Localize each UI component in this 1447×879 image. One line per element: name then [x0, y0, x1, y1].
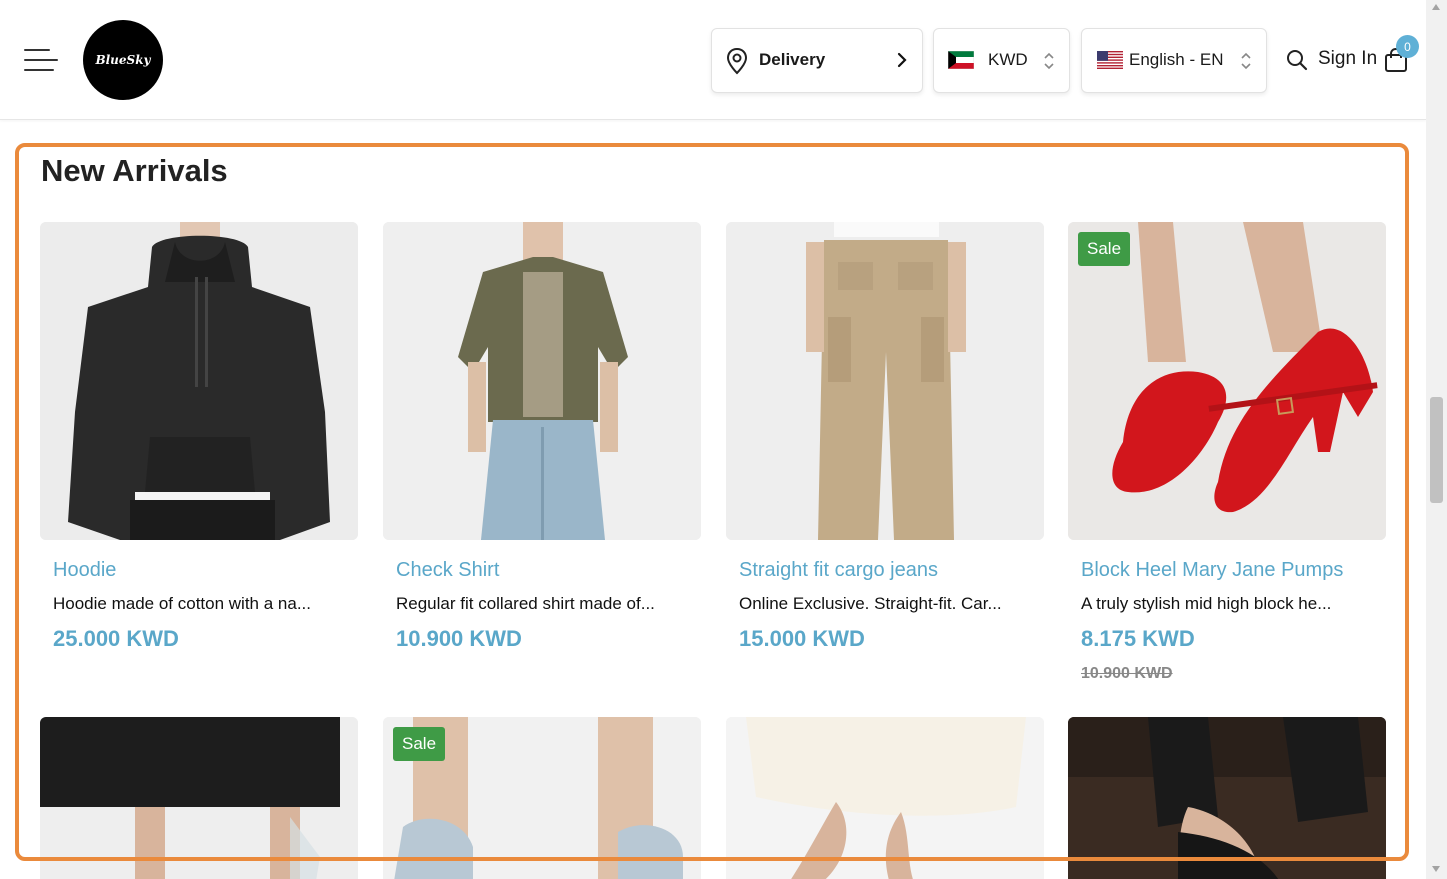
- sale-badge: Sale: [393, 727, 446, 761]
- product-image-check-shirt[interactable]: [383, 222, 701, 540]
- product-name[interactable]: Straight fit cargo jeans: [739, 559, 938, 582]
- product-image-mary-jane-pumps[interactable]: Sale: [1068, 222, 1386, 540]
- product-image-cargo-jeans[interactable]: [726, 222, 1044, 540]
- menu-icon[interactable]: [24, 46, 60, 74]
- language-selector[interactable]: English - EN: [1081, 28, 1267, 93]
- product-description: Online Exclusive. Straight-fit. Car...: [739, 594, 1002, 613]
- product-image[interactable]: Sale: [383, 717, 701, 879]
- sale-badge: Sale: [1078, 232, 1131, 266]
- delivery-selector[interactable]: Delivery: [711, 28, 923, 93]
- scroll-down-arrow[interactable]: [1432, 866, 1440, 872]
- product-old-price: 10.900 KWD: [1081, 665, 1173, 682]
- scroll-up-arrow[interactable]: [1432, 4, 1440, 10]
- section-title: New Arrivals: [41, 153, 228, 188]
- site-header: BlueSky Delivery KWD English - EN Sign I…: [0, 0, 1426, 120]
- up-down-icon: [1240, 51, 1252, 71]
- location-pin-icon: [726, 47, 748, 80]
- product-price: 25.000 KWD: [53, 626, 179, 651]
- delivery-label: Delivery: [759, 50, 826, 69]
- product-name[interactable]: Hoodie: [53, 559, 116, 582]
- product-price: 15.000 KWD: [739, 626, 865, 651]
- product-name[interactable]: Block Heel Mary Jane Pumps: [1081, 559, 1343, 582]
- currency-selector[interactable]: KWD: [933, 28, 1070, 93]
- brand-logo[interactable]: BlueSky: [83, 20, 163, 100]
- search-icon[interactable]: [1286, 49, 1308, 71]
- product-description: Regular fit collared shirt made of...: [396, 594, 655, 613]
- product-price: 10.900 KWD: [396, 626, 522, 651]
- cart-count-badge: 0: [1396, 35, 1419, 58]
- us-flag-icon: [1097, 51, 1123, 69]
- sign-in-link[interactable]: Sign In: [1318, 48, 1377, 70]
- currency-label: KWD: [988, 50, 1028, 69]
- product-image-hoodie[interactable]: [40, 222, 358, 540]
- page-scrollbar[interactable]: [1426, 0, 1447, 879]
- chevron-right-icon: [896, 52, 908, 73]
- product-name[interactable]: Check Shirt: [396, 559, 499, 582]
- product-image[interactable]: [40, 717, 358, 879]
- scrollbar-thumb[interactable]: [1430, 397, 1443, 503]
- product-description: A truly stylish mid high block he...: [1081, 594, 1332, 613]
- product-description: Hoodie made of cotton with a na...: [53, 594, 311, 613]
- kuwait-flag-icon: [947, 50, 975, 70]
- logo-text: BlueSky: [95, 53, 151, 67]
- product-image[interactable]: [1068, 717, 1386, 879]
- product-price: 8.175 KWD: [1081, 626, 1195, 651]
- up-down-icon: [1043, 51, 1055, 71]
- language-label: English - EN: [1129, 50, 1224, 69]
- product-image[interactable]: [726, 717, 1044, 879]
